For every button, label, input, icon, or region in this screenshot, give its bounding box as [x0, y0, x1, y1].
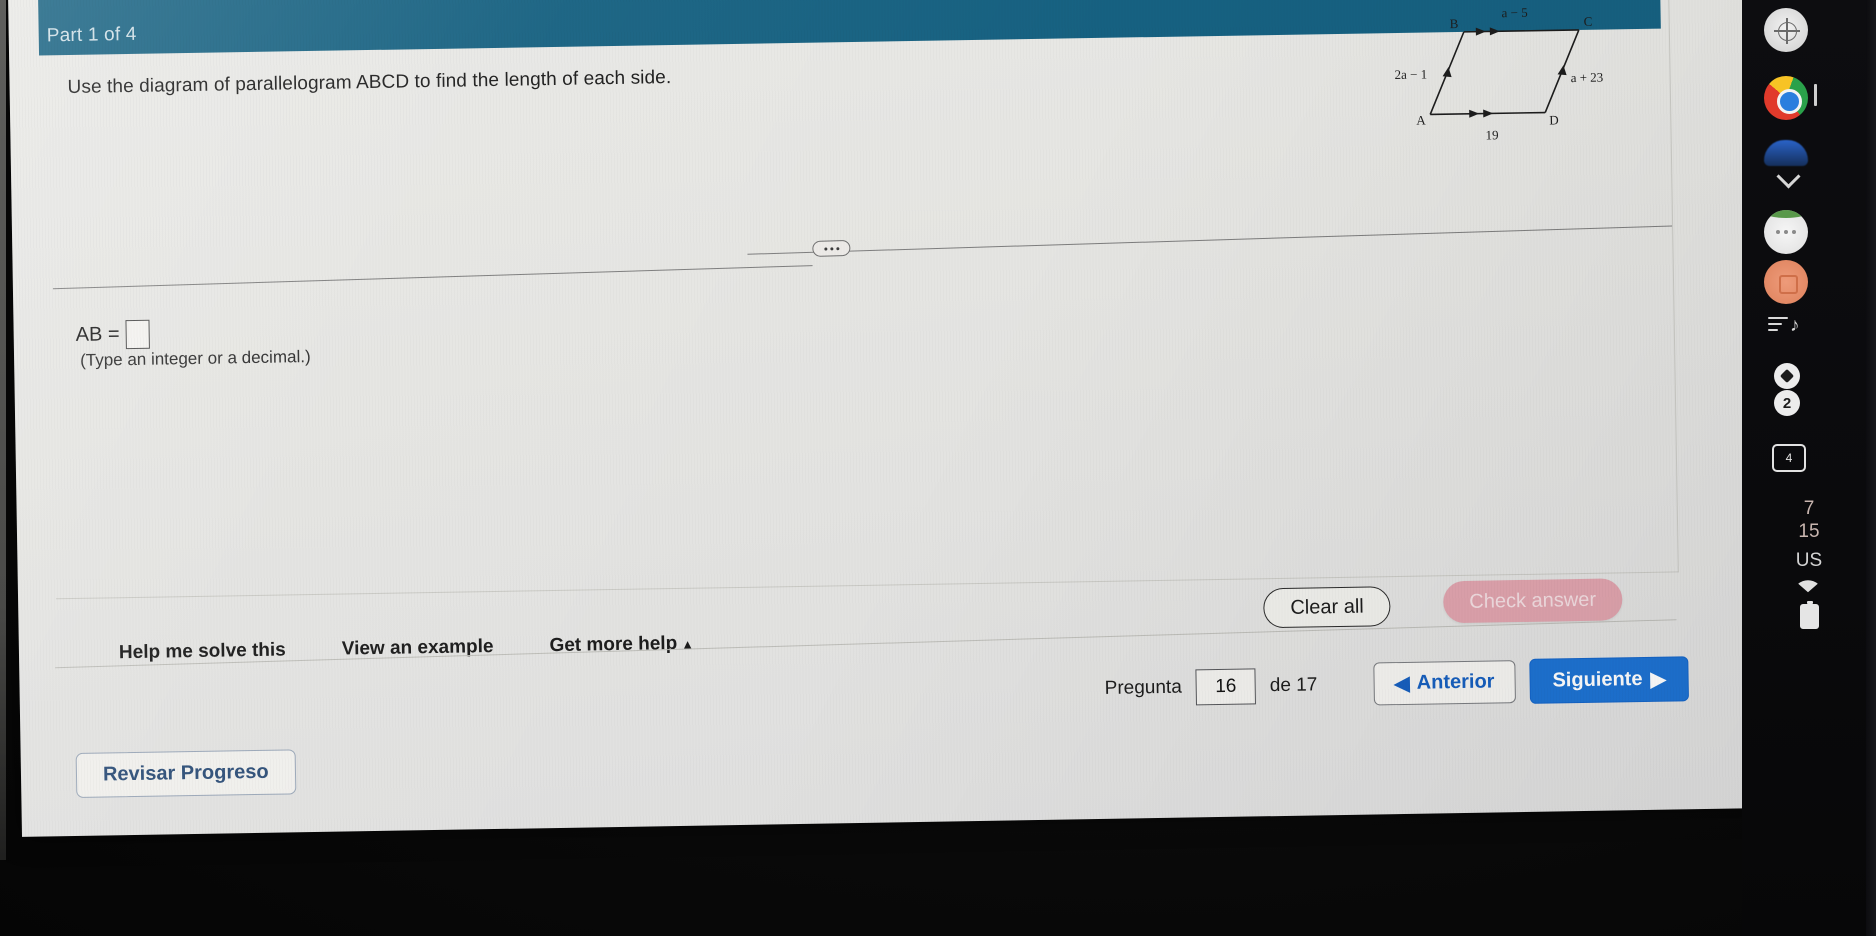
white-app-icon[interactable] [1764, 210, 1808, 254]
music-queue-icon[interactable]: ♪ [1768, 312, 1806, 338]
vertex-label-a: A [1416, 113, 1426, 128]
previous-question-button[interactable]: ◀ Anterior [1372, 660, 1516, 706]
notification-count-icon[interactable]: 2 [1774, 390, 1800, 416]
answer-row: AB = [75, 319, 150, 350]
question-total-label: de 17 [1269, 673, 1318, 696]
status-value-top: 7 [1803, 498, 1815, 519]
ellipsis-dot [835, 246, 839, 250]
diamond-badge-icon[interactable] [1774, 363, 1800, 389]
get-more-help-link[interactable]: Get more help ▲ [549, 633, 694, 657]
chrome-icon[interactable] [1764, 76, 1808, 120]
caret-right-icon: ▶ [1650, 668, 1667, 691]
status-locale: US [1795, 550, 1823, 571]
compass-needle [1773, 17, 1800, 44]
wifi-icon [1798, 580, 1818, 593]
question-number-input[interactable]: 16 [1195, 667, 1257, 705]
exercise-page: Part 1 of 4 Use the diagram of parallelo… [8, 0, 1774, 837]
dot [1776, 230, 1780, 234]
clear-all-button[interactable]: Clear all [1263, 586, 1392, 629]
queue-lines [1768, 317, 1788, 335]
orange-app-icon[interactable] [1764, 260, 1808, 304]
question-label: Pregunta [1104, 676, 1182, 699]
side-label-bottom: 19 [1485, 127, 1498, 142]
device-bezel [1866, 0, 1876, 936]
dot [1784, 230, 1788, 234]
status-value-bottom: 15 [1798, 521, 1820, 542]
queue-line [1768, 329, 1778, 331]
screen-left-edge [0, 0, 6, 860]
white-app-dots [1776, 230, 1796, 234]
tab-count-icon[interactable]: 4 [1772, 444, 1806, 472]
queue-line [1768, 323, 1782, 325]
queue-line [1768, 317, 1788, 319]
divider-left-segment [52, 265, 813, 290]
side-label-right: a + 23 [1571, 70, 1604, 86]
vertex-label-c: C [1584, 14, 1593, 29]
check-answer-button[interactable]: Check answer [1442, 578, 1623, 624]
part-label: Part 1 of 4 [46, 23, 137, 47]
previous-label: Anterior [1416, 670, 1495, 694]
next-question-button[interactable]: Siguiente ▶ [1529, 656, 1690, 704]
vertex-label-d: D [1549, 112, 1559, 127]
dock-inner: ♪ 2 4 7 15 US [1742, 0, 1876, 936]
battery-icon [1800, 601, 1819, 629]
answer-input[interactable] [125, 319, 150, 350]
blue-app-icon[interactable] [1764, 140, 1808, 166]
right-dock: ♪ 2 4 7 15 US [1742, 0, 1876, 936]
caret-left-icon: ◀ [1394, 672, 1410, 696]
music-note-glyph: ♪ [1790, 315, 1800, 336]
ellipsis-dot [829, 246, 833, 250]
question-navigation: Pregunta 16 de 17 ◀ Anterior Siguiente ▶ [1104, 656, 1690, 711]
divider-right-segment [747, 225, 1673, 255]
chevron-down-icon[interactable] [1776, 164, 1801, 189]
side-label-top: a − 5 [1501, 5, 1527, 20]
review-progress-button[interactable]: Revisar Progreso [75, 749, 296, 798]
parallelogram-figure: B C A D a − 5 19 2a − 1 a + 23 [1393, 1, 1660, 145]
next-label: Siguiente [1552, 667, 1643, 692]
question-stem: Use the diagram of parallelogram ABCD to… [67, 67, 672, 99]
chrome-active-indicator [1814, 84, 1817, 106]
parallelogram-svg: B C A D a − 5 19 2a − 1 a + 23 [1394, 5, 1604, 143]
answer-label: AB = [75, 323, 120, 346]
compass-icon[interactable] [1764, 8, 1808, 52]
dot [1792, 230, 1796, 234]
expand-ellipsis-button[interactable] [812, 239, 851, 257]
device-screen-photo: Part 1 of 4 Use the diagram of parallelo… [0, 0, 1876, 936]
help-links-row: Help me solve this View an example Get m… [119, 633, 694, 665]
ellipsis-dot [823, 247, 827, 251]
vertex-label-b: B [1450, 16, 1459, 31]
answer-format-hint: (Type an integer or a decimal.) [79, 347, 311, 370]
side-label-left: 2a − 1 [1394, 66, 1427, 82]
